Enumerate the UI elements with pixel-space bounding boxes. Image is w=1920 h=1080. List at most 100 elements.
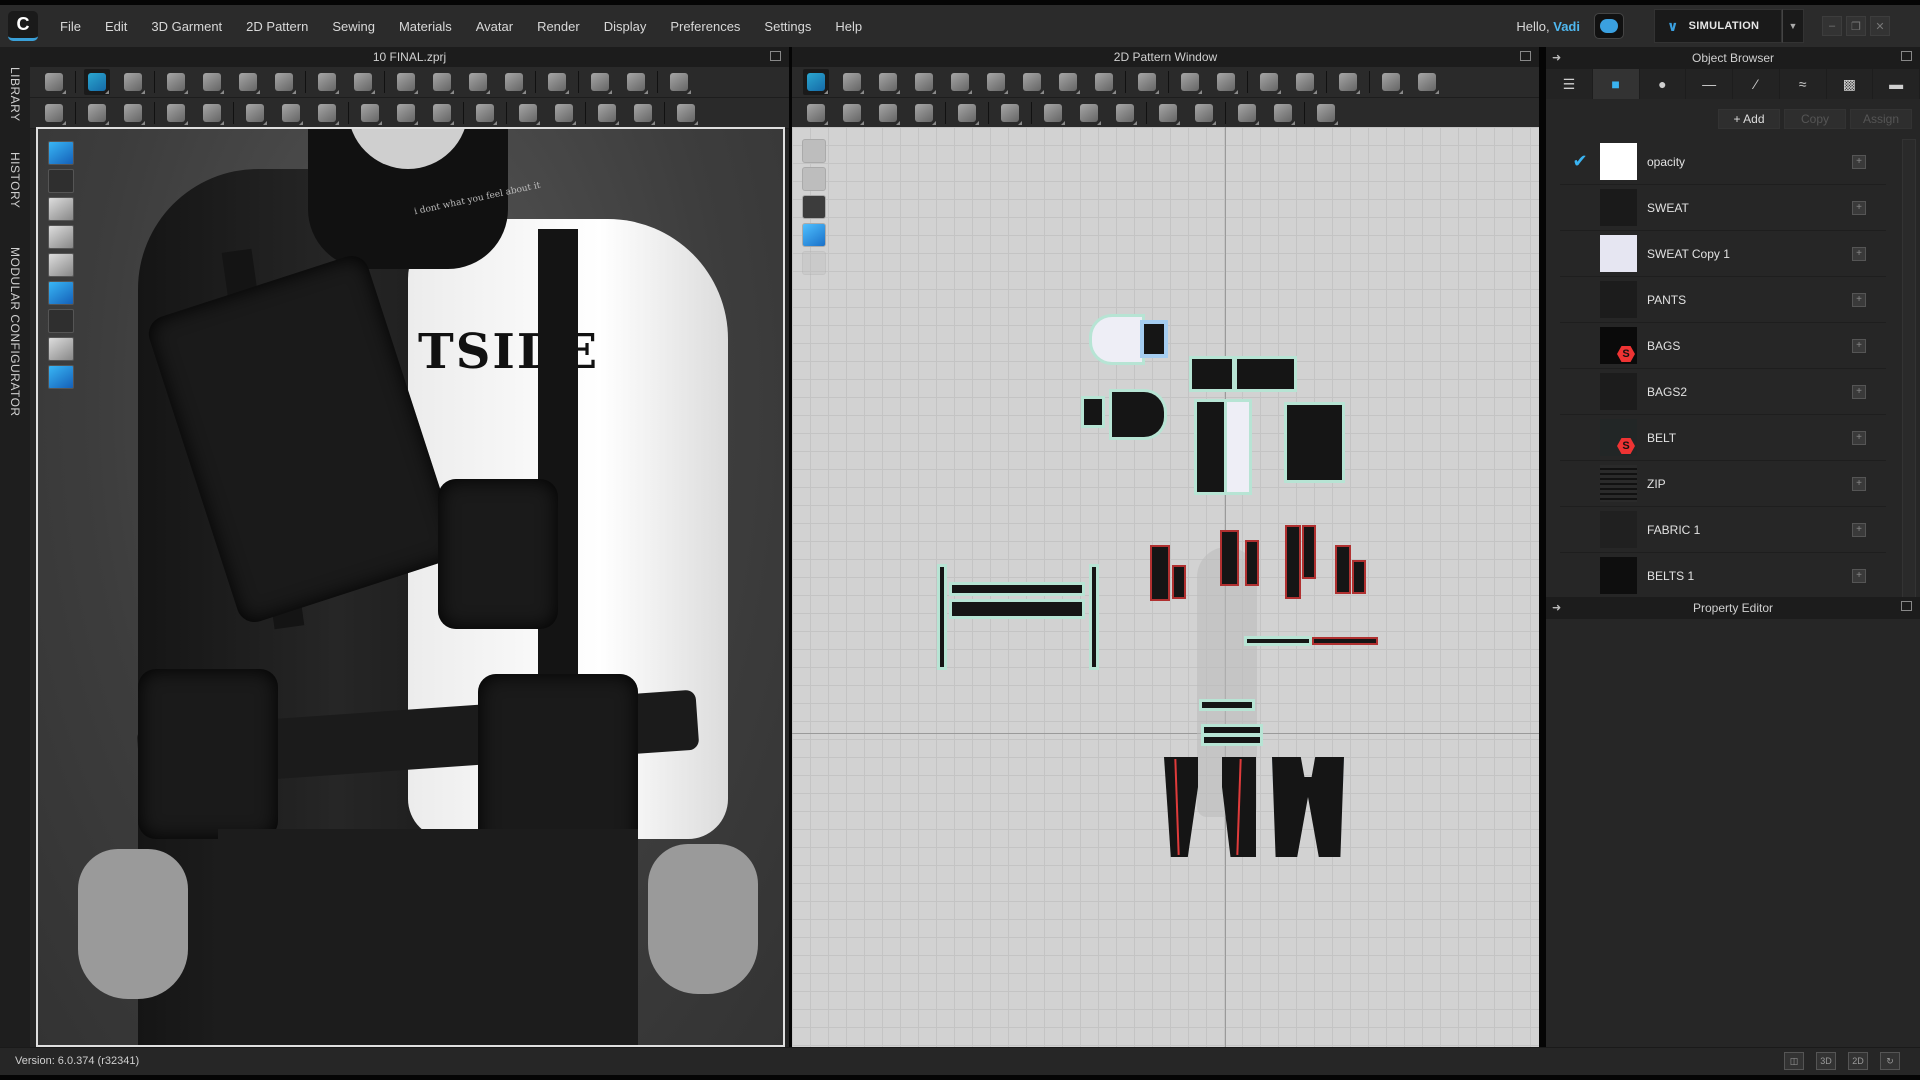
pattern-piece-waistband-1[interactable] <box>1202 702 1252 708</box>
popout-icon[interactable] <box>1901 601 1912 611</box>
duplicate-icon[interactable]: + <box>1852 522 1866 537</box>
pattern-piece-pants-front-left[interactable] <box>1164 757 1198 857</box>
fusible-tool[interactable] <box>954 100 980 126</box>
show-garment-icon[interactable] <box>48 197 74 221</box>
tab-history[interactable]: HISTORY <box>8 152 22 208</box>
pattern-symbol-tool[interactable] <box>1313 100 1339 126</box>
pattern-canvas-2d[interactable] <box>792 127 1539 1047</box>
pattern-piece-back[interactable] <box>1287 405 1342 480</box>
graphic-tool[interactable] <box>314 100 340 126</box>
pattern-piece-cuff[interactable] <box>1144 324 1164 354</box>
show-pattern-icon[interactable] <box>802 167 826 191</box>
object-browser-scrollbar[interactable] <box>1902 139 1916 599</box>
segment-sewing-tool[interactable] <box>163 69 189 95</box>
duplicate-icon[interactable]: + <box>1852 384 1866 399</box>
fabric-item-bags2[interactable]: BAGS2 + <box>1560 369 1886 415</box>
popout-icon[interactable] <box>1520 51 1531 61</box>
pattern-piece-sleeve-black[interactable] <box>1112 392 1164 437</box>
avatar-garment-tool[interactable] <box>666 69 692 95</box>
pattern-piece-front-right[interactable] <box>1227 402 1249 492</box>
close-button[interactable]: ✕ <box>1870 16 1890 36</box>
app-logo-icon[interactable]: C <box>8 11 38 41</box>
show-garment-wire-icon[interactable] <box>48 169 74 193</box>
piping-tool[interactable] <box>551 100 577 126</box>
shirring-tool[interactable] <box>1270 100 1296 126</box>
fabric-item-sweat[interactable]: SWEAT + <box>1560 185 1886 231</box>
pattern-piece-bag-5[interactable] <box>1287 527 1299 597</box>
pin-tool[interactable] <box>350 69 376 95</box>
fabric-item-sweat-copy-1[interactable]: SWEAT Copy 1 + <box>1560 231 1886 277</box>
pattern-piece-bag-3[interactable] <box>1222 532 1237 584</box>
edit-pattern-tool[interactable] <box>839 69 865 95</box>
split-view-button[interactable]: ◫ <box>1784 1052 1804 1070</box>
refresh-button[interactable]: ↻ <box>1880 1052 1900 1070</box>
select-annotation-tool[interactable] <box>1256 69 1282 95</box>
avatar-display-icon[interactable] <box>48 337 74 361</box>
collapse-arrow-icon[interactable]: ➜ <box>1552 597 1561 619</box>
environment-icon[interactable] <box>48 365 74 389</box>
grain-tool[interactable] <box>1177 69 1203 95</box>
menu-avatar[interactable]: Avatar <box>464 19 525 34</box>
tab-button[interactable]: ● <box>1640 69 1687 99</box>
fabric-item-zip[interactable]: ZIP + <box>1560 461 1886 507</box>
menu-materials[interactable]: Materials <box>387 19 464 34</box>
pattern-piece-bag-6[interactable] <box>1304 527 1314 577</box>
pattern-piece-bag-1[interactable] <box>1152 547 1168 599</box>
minimize-button[interactable]: – <box>1822 16 1842 36</box>
polygon-tool[interactable] <box>875 69 901 95</box>
add-button[interactable]: + Add <box>1718 109 1780 129</box>
pattern-piece-harness-pads[interactable] <box>952 602 1082 616</box>
duplicate-icon[interactable]: + <box>1852 292 1866 307</box>
pattern-piece-front-left[interactable] <box>1197 402 1224 492</box>
strain-map-tool[interactable] <box>544 69 570 95</box>
pattern-piece-waistband-3[interactable] <box>1204 737 1260 743</box>
fabric-item-belts-1[interactable]: BELTS 1 + <box>1560 553 1886 599</box>
pattern-piece-belt-strap-2[interactable] <box>1314 639 1376 643</box>
select-move-tool[interactable] <box>84 69 110 95</box>
tab-buttonhole[interactable]: — <box>1686 69 1733 99</box>
show-thickness-icon[interactable] <box>48 309 74 333</box>
pattern-piece-strap-right[interactable] <box>1092 567 1096 667</box>
restore-button[interactable]: ❐ <box>1846 16 1866 36</box>
copy-button[interactable]: Copy <box>1784 109 1846 129</box>
edit-curve-tool[interactable] <box>163 100 189 126</box>
tab-topstitch[interactable]: ⁄ <box>1733 69 1780 99</box>
show-sewing-line-icon[interactable] <box>802 139 826 163</box>
menu-file[interactable]: File <box>48 19 93 34</box>
trace-tool[interactable] <box>1055 69 1081 95</box>
duplicate-icon[interactable]: + <box>1852 338 1866 353</box>
internal-rectangle-tool[interactable] <box>983 69 1009 95</box>
tape-tool[interactable] <box>623 69 649 95</box>
tab-zipper[interactable]: ≈ <box>1780 69 1827 99</box>
cloud-button[interactable] <box>1594 13 1624 39</box>
fabric-item-opacity[interactable]: ✔ opacity + <box>1560 139 1886 185</box>
show-info-icon[interactable] <box>802 195 826 219</box>
pattern-piece-sleeve-white[interactable] <box>1092 317 1142 362</box>
free-sewing-tool[interactable] <box>199 69 225 95</box>
show-avatar-icon[interactable] <box>48 253 74 277</box>
transform-pattern-tool[interactable] <box>803 69 829 95</box>
segment-topstitch-tool[interactable] <box>1191 100 1217 126</box>
free-sewing-2d-tool[interactable] <box>839 100 865 126</box>
duplicate-icon[interactable]: + <box>1852 246 1866 261</box>
edit-texture-tool[interactable] <box>242 100 268 126</box>
pattern-piece-waistband-2[interactable] <box>1204 727 1260 733</box>
pattern-piece-bag-2[interactable] <box>1174 567 1184 597</box>
fold-tool[interactable] <box>429 69 455 95</box>
viewport-3d[interactable]: i dont what you feel about it TSIDE <box>36 127 785 1047</box>
username[interactable]: Vadi <box>1553 19 1580 34</box>
check-sewing-tool[interactable] <box>271 69 297 95</box>
pattern-outline-tool[interactable] <box>1091 69 1117 95</box>
segment-sewing-2d-tool[interactable] <box>803 100 829 126</box>
select-trim-tool[interactable] <box>997 100 1023 126</box>
show-texture-2d-icon[interactable] <box>802 223 826 247</box>
measure-tool[interactable] <box>587 69 613 95</box>
pattern-piece-bag-8[interactable] <box>1354 562 1364 592</box>
avatar-pose-tool[interactable] <box>41 100 67 126</box>
view-2d-button[interactable]: 2D <box>1848 1052 1868 1070</box>
duplicate-icon[interactable]: + <box>1852 568 1866 583</box>
fold-arrangement-tool[interactable] <box>465 69 491 95</box>
tab-list[interactable]: ☰ <box>1546 69 1593 99</box>
pleat-tool[interactable] <box>1335 69 1361 95</box>
fabric-item-belt[interactable]: S BELT + <box>1560 415 1886 461</box>
